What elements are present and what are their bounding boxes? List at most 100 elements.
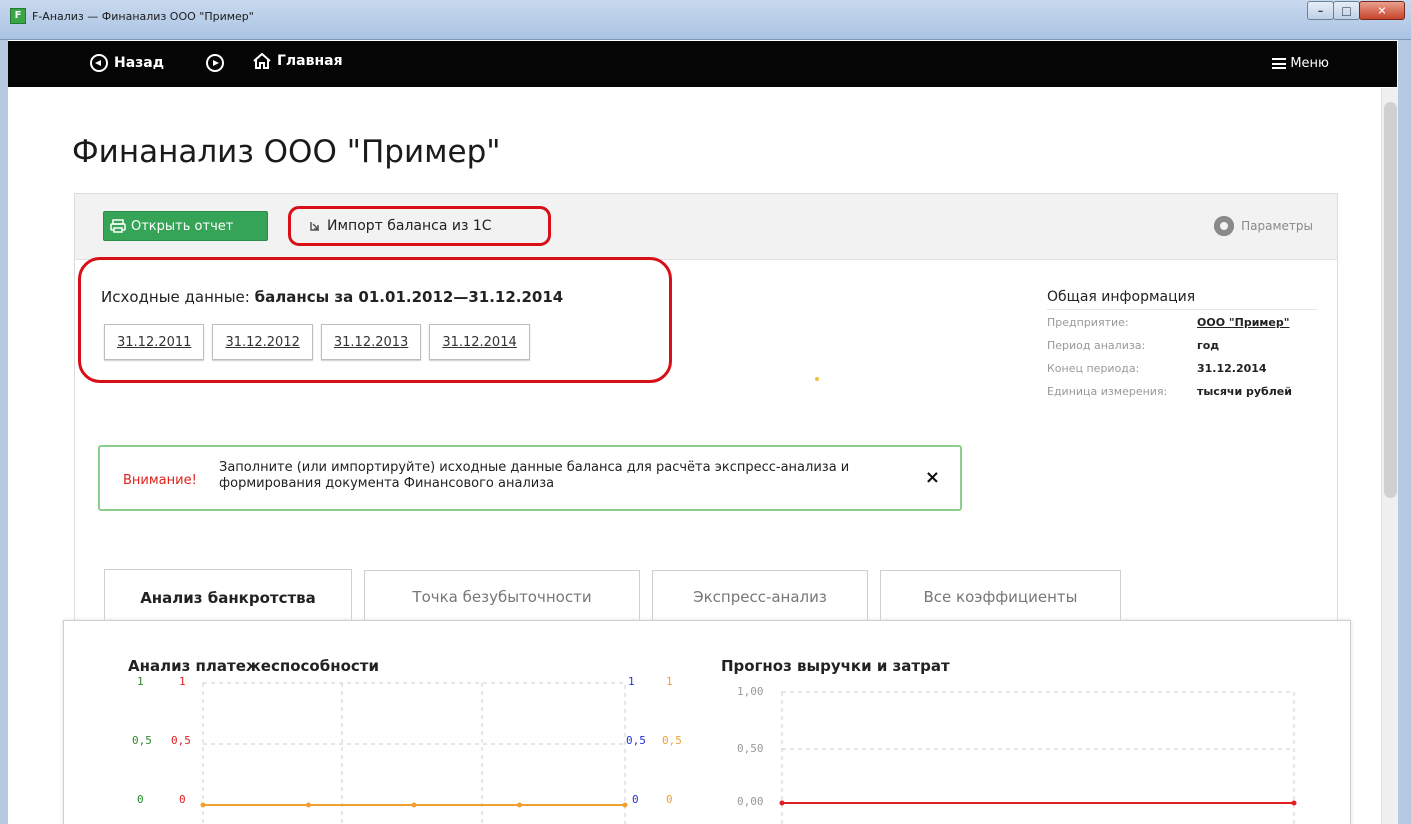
maximize-icon: □ — [1341, 4, 1352, 17]
tab-bankruptcy[interactable]: Анализ банкротства — [104, 569, 352, 625]
tick-label: 0 — [137, 793, 144, 806]
series-point — [517, 802, 522, 808]
menu-button[interactable]: Меню — [1272, 56, 1329, 71]
back-arrow-icon — [90, 54, 108, 72]
balance-date-button[interactable]: 31.12.2011 — [104, 324, 205, 360]
open-report-button[interactable]: Открыть отчет — [103, 211, 268, 241]
window-titlebar: F F-Анализ — Финанализ ООО "Пример" – □ … — [0, 0, 1411, 40]
balance-date-button[interactable]: 31.12.2013 — [320, 324, 422, 360]
vertical-scrollbar[interactable] — [1381, 88, 1398, 824]
top-navbar: Назад Главная Меню — [8, 41, 1397, 87]
window-frame-left — [0, 40, 8, 824]
close-window-button[interactable]: ✕ — [1359, 1, 1405, 20]
app-icon: F — [10, 8, 26, 24]
tick-label: 0 — [666, 793, 673, 806]
tick-label: 0,00 — [737, 795, 764, 808]
tick-label: 1 — [137, 675, 144, 688]
back-label: Назад — [114, 55, 165, 71]
analysis-tabs: Анализ банкротства Точка безубыточности … — [104, 569, 1121, 625]
info-row: Период анализа: год — [1047, 339, 1317, 352]
tick-label: 0 — [632, 793, 639, 806]
tick-label: 1,00 — [737, 685, 764, 698]
info-key: Единица измерения: — [1047, 385, 1168, 398]
close-icon: ✕ — [1377, 4, 1387, 17]
solvency-chart — [200, 682, 628, 824]
forward-arrow-icon — [206, 54, 224, 72]
general-info-header: Общая информация — [1047, 289, 1317, 310]
series-point — [411, 802, 417, 808]
info-value: 31.12.2014 — [1197, 362, 1267, 375]
charts-canvas — [200, 682, 1297, 824]
alert-warning-label: Внимание! — [123, 473, 197, 488]
alert-close-button[interactable]: × — [925, 467, 940, 488]
tick-label: 0,50 — [737, 742, 764, 755]
info-key: Период анализа: — [1047, 339, 1146, 352]
home-icon — [253, 53, 271, 69]
tick-label: 0,5 — [132, 734, 152, 747]
panel-toolbar: Открыть отчет Импорт баланса из 1С Парам… — [75, 194, 1337, 260]
minimize-icon: – — [1317, 4, 1324, 17]
info-value: тысячи рублей — [1197, 385, 1292, 398]
source-data-period: балансы за 01.01.2012—31.12.2014 — [254, 288, 564, 306]
parameters-button[interactable]: Параметры — [1214, 216, 1313, 236]
printer-icon — [110, 219, 126, 233]
open-report-label: Открыть отчет — [131, 218, 234, 234]
forecast-plot-frame — [781, 691, 1295, 824]
tick-label: 1 — [179, 675, 186, 688]
menu-icon — [1272, 58, 1287, 69]
info-value: год — [1197, 339, 1220, 352]
tab-breakeven[interactable]: Точка безубыточности — [364, 570, 640, 622]
back-button[interactable]: Назад — [90, 54, 164, 72]
series-point — [622, 802, 628, 808]
decorative-dot — [815, 377, 819, 381]
series-point — [200, 802, 206, 808]
info-key: Предприятие: — [1047, 316, 1129, 329]
source-data-caption: Исходные данные: — [101, 288, 250, 306]
info-row: Конец периода: 31.12.2014 — [1047, 362, 1317, 375]
warning-alert: Внимание! Заполните (или импортируйте) и… — [98, 445, 962, 511]
minimize-button[interactable]: – — [1307, 1, 1334, 20]
source-data-highlight — [78, 257, 672, 383]
general-info: Общая информация Предприятие: ООО "Приме… — [1047, 289, 1317, 408]
source-data-label: Исходные данные: балансы за 01.01.2012—3… — [101, 288, 563, 306]
scrollbar-thumb[interactable] — [1384, 102, 1397, 498]
tick-label: 1 — [628, 675, 635, 688]
home-label: Главная — [277, 53, 343, 69]
series-point — [779, 800, 785, 806]
tick-label: 0,5 — [662, 734, 682, 747]
series-point — [306, 802, 311, 808]
window-controls: – □ ✕ — [1307, 1, 1405, 20]
company-link[interactable]: ООО "Пример" — [1197, 316, 1289, 329]
tab-content: Анализ платежеспособности Прогноз выручк… — [63, 620, 1351, 824]
info-key: Конец периода: — [1047, 362, 1140, 375]
gear-icon — [1214, 216, 1235, 236]
parameters-label: Параметры — [1241, 219, 1313, 233]
import-balance-button[interactable]: Импорт баланса из 1С — [288, 206, 551, 246]
tick-label: 0,5 — [626, 734, 646, 747]
import-icon — [310, 222, 319, 231]
tab-all-ratios[interactable]: Все коэффициенты — [880, 570, 1121, 622]
series-point — [1291, 800, 1297, 806]
forward-button[interactable] — [206, 54, 224, 76]
window-frame-right — [1398, 40, 1411, 824]
balance-date-button[interactable]: 31.12.2014 — [429, 324, 530, 360]
import-balance-label: Импорт баланса из 1С — [327, 218, 492, 234]
tab-express[interactable]: Экспресс-анализ — [652, 570, 868, 622]
main-panel: Открыть отчет Импорт баланса из 1С Парам… — [63, 193, 1351, 824]
tick-label: 0,5 — [171, 734, 191, 747]
forecast-series — [779, 800, 1297, 806]
solvency-series — [200, 802, 628, 808]
window-title: F-Анализ — Финанализ ООО "Пример" — [32, 10, 254, 23]
page-title: Финанализ ООО "Пример" — [72, 134, 501, 170]
forecast-chart — [779, 691, 1297, 824]
info-row: Единица измерения: тысячи рублей — [1047, 385, 1317, 398]
balance-date-button[interactable]: 31.12.2012 — [212, 324, 313, 360]
info-row: Предприятие: ООО "Пример" — [1047, 316, 1317, 329]
tick-label: 0 — [179, 793, 186, 806]
maximize-button[interactable]: □ — [1333, 1, 1360, 20]
tick-label: 1 — [666, 675, 673, 688]
alert-message: Заполните (или импортируйте) исходные да… — [219, 460, 850, 491]
home-button[interactable]: Главная — [253, 53, 343, 69]
menu-label: Меню — [1290, 56, 1329, 71]
balance-dates: 31.12.2011 31.12.2012 31.12.2013 31.12.2… — [104, 324, 530, 360]
